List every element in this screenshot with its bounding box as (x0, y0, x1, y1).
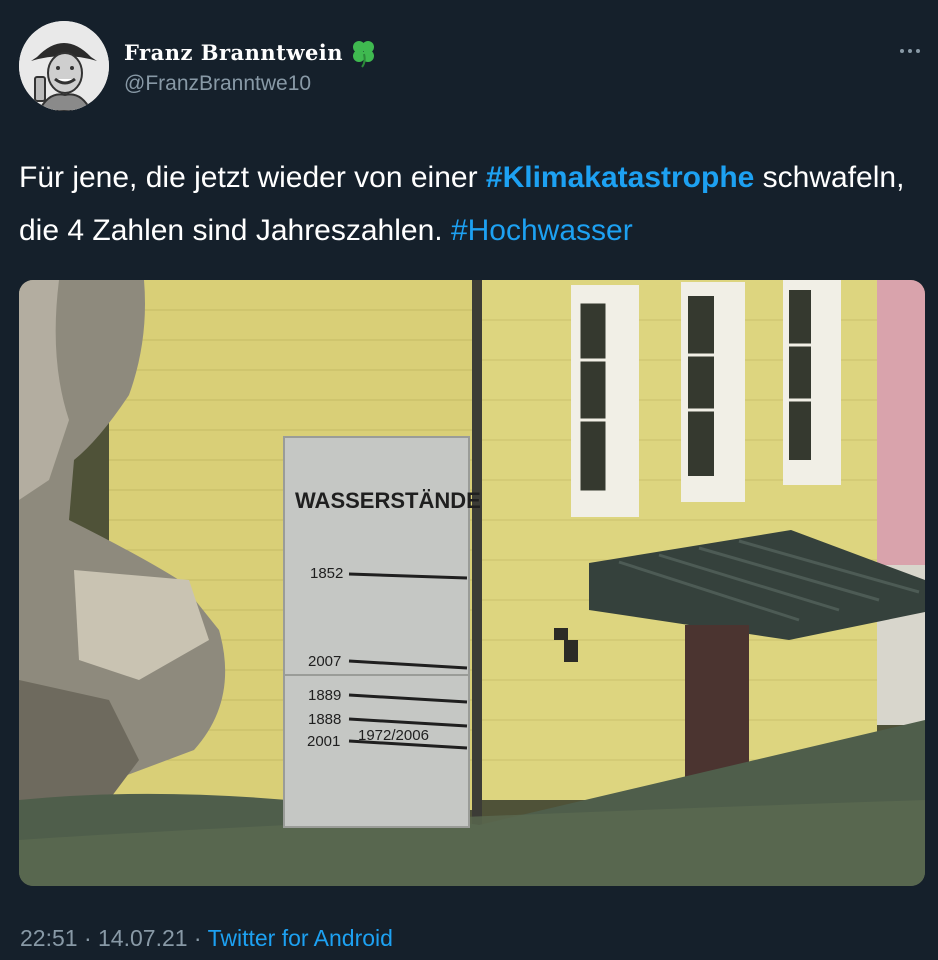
tweet-date[interactable]: 14.07.21 (98, 925, 188, 951)
tweet-photo[interactable]: WASSERSTÄNDE 1852 2007 1889 1888 2001 19… (19, 280, 925, 886)
meta-separator: · (187, 925, 208, 951)
author-avatar[interactable] (19, 21, 109, 111)
tweet-text: Für jene, die jetzt wieder von einer #Kl… (19, 151, 919, 257)
mark-1888: 1888 (308, 711, 341, 728)
vintage-man-portrait-icon (19, 21, 109, 111)
tweet-text-part1: Für jene, die jetzt wieder von einer (19, 161, 486, 194)
author-display-name[interactable]: Franz Branntwein (124, 40, 343, 65)
author-handle[interactable]: @FranzBranntwe10 (124, 72, 311, 96)
mark-1889: 1889 (308, 687, 341, 704)
meta-separator: · (77, 925, 99, 951)
mark-2007: 2007 (308, 653, 341, 670)
flood-building-illustration: WASSERSTÄNDE 1852 2007 1889 1888 2001 19… (19, 280, 925, 886)
tweet: Franz Branntwein @FranzBranntwe10 Für je… (0, 0, 938, 960)
sign-title: WASSERSTÄNDE (295, 488, 481, 513)
hashtag-hochwasser[interactable]: #Hochwasser (451, 214, 633, 247)
hashtag-klimakatastrophe[interactable]: #Klimakatastrophe (486, 161, 754, 194)
tweet-metadata: 22:51 · 14.07.21 · Twitter for Android (20, 925, 393, 952)
four-leaf-clover-icon (353, 41, 374, 68)
more-options-icon[interactable] (895, 42, 925, 60)
mark-1852: 1852 (310, 565, 343, 582)
tweet-source-link[interactable]: Twitter for Android (208, 925, 393, 951)
mark-2001: 2001 (307, 733, 340, 750)
tweet-time[interactable]: 22:51 (20, 925, 78, 951)
